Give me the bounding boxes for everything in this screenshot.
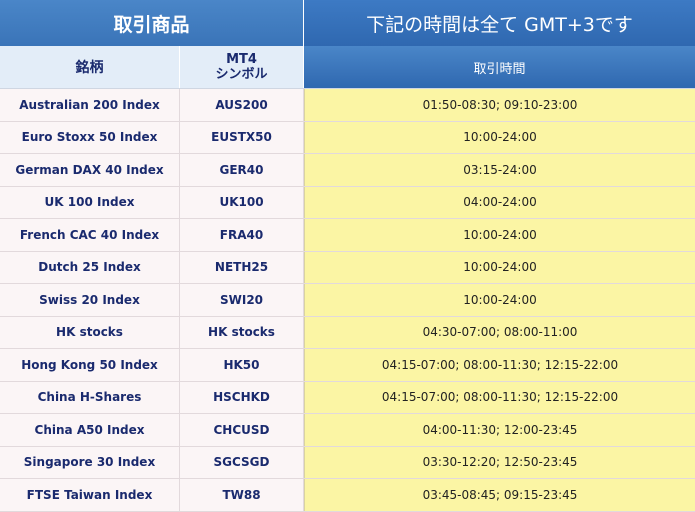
instrument-name: Swiss 20 Index (0, 284, 180, 316)
instrument-name: French CAC 40 Index (0, 219, 180, 251)
trading-hours: 03:30-12:20; 12:50-23:45 (304, 446, 695, 478)
instrument-name: Hong Kong 50 Index (0, 349, 180, 381)
table-row: China H-Shares HSCHKD 04:15-07:00; 08:00-1… (0, 381, 695, 414)
table-row: Singapore 30 Index SGCSGD 03:30-12:20; 12:… (0, 446, 695, 479)
mt4-symbol: CHCUSD (180, 414, 304, 446)
instrument-name: China H-Shares (0, 381, 180, 413)
table-body: Australian 200 Index AUS200 01:50-08:30; 0… (0, 89, 695, 512)
mt4-symbol: HK stocks (180, 316, 304, 348)
name-column-header: 銘柄 (0, 46, 180, 88)
table-row: Euro Stoxx 50 Index EUSTX50 10:00-24:00 (0, 121, 695, 154)
table-row: German DAX 40 Index GER40 03:15-24:00 (0, 154, 695, 187)
instrument-name: Dutch 25 Index (0, 251, 180, 283)
table-row: FTSE Taiwan Index TW88 03:45-08:45; 09:15-… (0, 479, 695, 512)
instrument-name: German DAX 40 Index (0, 154, 180, 186)
trading-hours: 10:00-24:00 (304, 219, 695, 251)
instrument-name: China A50 Index (0, 414, 180, 446)
table-header: 取引商品 下記の時間は全て GMT+3です (0, 0, 695, 46)
mt4-symbol: UK100 (180, 186, 304, 218)
instrument-name: FTSE Taiwan Index (0, 479, 180, 511)
table-row: Hong Kong 50 Index HK50 04:15-07:00; 08:00… (0, 349, 695, 382)
trading-hours: 03:15-24:00 (304, 154, 695, 186)
table-row: Australian 200 Index AUS200 01:50-08:30; 0… (0, 89, 695, 122)
trading-hours-table: 取引商品 下記の時間は全て GMT+3です 銘柄 MT4 シンボル 取引時間 A… (0, 0, 695, 512)
table-row: French CAC 40 Index FRA40 10:00-24:00 (0, 219, 695, 252)
trading-hours: 03:45-08:45; 09:15-23:45 (304, 479, 695, 511)
mt4-header-line1: MT4 (226, 52, 257, 67)
mt4-symbol: AUS200 (180, 89, 304, 121)
mt4-symbol: NETH25 (180, 251, 304, 283)
instrument-name: UK 100 Index (0, 186, 180, 218)
mt4-symbol-column-header: MT4 シンボル (180, 46, 304, 88)
instrument-name: Australian 200 Index (0, 89, 180, 121)
mt4-symbol: SWI20 (180, 284, 304, 316)
trading-hours: 04:15-07:00; 08:00-11:30; 12:15-22:00 (304, 349, 695, 381)
hours-column-header: 取引時間 (304, 46, 695, 88)
instrument-name: Singapore 30 Index (0, 446, 180, 478)
trading-hours: 10:00-24:00 (304, 284, 695, 316)
mt4-header-line2: シンボル (215, 67, 268, 82)
trading-hours: 01:50-08:30; 09:10-23:00 (304, 89, 695, 121)
trading-hours: 10:00-24:00 (304, 251, 695, 283)
trading-hours: 04:00-11:30; 12:00-23:45 (304, 414, 695, 446)
mt4-symbol: HSCHKD (180, 381, 304, 413)
table-row: UK 100 Index UK100 04:00-24:00 (0, 186, 695, 219)
instrument-name: HK stocks (0, 316, 180, 348)
mt4-symbol: EUSTX50 (180, 121, 304, 153)
mt4-symbol: HK50 (180, 349, 304, 381)
mt4-symbol: SGCSGD (180, 446, 304, 478)
table-row: Dutch 25 Index NETH25 10:00-24:00 (0, 251, 695, 284)
table-row: China A50 Index CHCUSD 04:00-11:30; 12:00-… (0, 414, 695, 447)
mt4-symbol: TW88 (180, 479, 304, 511)
instrument-name: Euro Stoxx 50 Index (0, 121, 180, 153)
trading-hours: 04:15-07:00; 08:00-11:30; 12:15-22:00 (304, 381, 695, 413)
column-headers: 銘柄 MT4 シンボル 取引時間 (0, 46, 695, 89)
mt4-symbol: FRA40 (180, 219, 304, 251)
mt4-symbol: GER40 (180, 154, 304, 186)
timezone-note-header: 下記の時間は全て GMT+3です (304, 0, 695, 46)
trading-hours: 04:00-24:00 (304, 186, 695, 218)
table-row: HK stocks HK stocks 04:30-07:00; 08:00-11:… (0, 316, 695, 349)
trading-hours: 10:00-24:00 (304, 121, 695, 153)
table-row: Swiss 20 Index SWI20 10:00-24:00 (0, 284, 695, 317)
trading-hours: 04:30-07:00; 08:00-11:00 (304, 316, 695, 348)
products-header: 取引商品 (0, 0, 304, 46)
